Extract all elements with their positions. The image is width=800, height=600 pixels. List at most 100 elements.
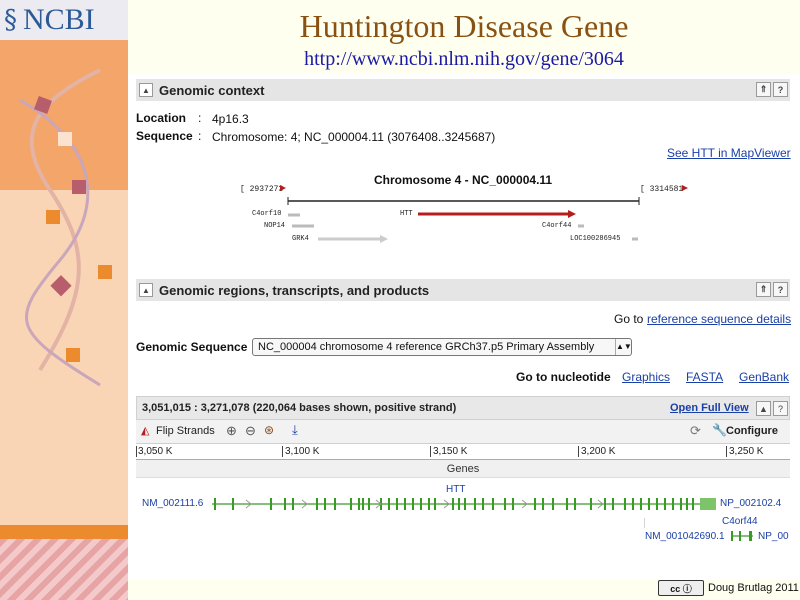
helix-square: [46, 210, 60, 224]
graphics-link[interactable]: Graphics: [622, 370, 670, 384]
ruler-tick-4: 3,200 K: [578, 446, 615, 457]
htt-exon: [316, 498, 318, 510]
viewer-toolbar: ◭ Flip Strands ⊕ ⊖ ⊛ ⤓ ⟳ 🔧 Configure: [136, 420, 790, 444]
htt-transcript-track[interactable]: [212, 494, 718, 514]
zoom-in-icon[interactable]: ⊕: [226, 423, 237, 439]
htt-exon: [612, 498, 614, 510]
htt-exon: [512, 498, 514, 510]
htt-exon: [672, 498, 674, 510]
htt-exon: [656, 498, 658, 510]
flip-strands-button[interactable]: Flip Strands: [156, 425, 215, 437]
htt-exon: [350, 498, 352, 510]
genomic-sequence-select[interactable]: NC_000004 chromosome 4 reference GRCh37.…: [252, 338, 632, 356]
viewer-range: 3,051,015 : 3,271,078 (220,064 bases sho…: [142, 402, 457, 414]
zoom-out-icon[interactable]: ⊖: [245, 423, 256, 439]
move-up-icon[interactable]: ⇑: [756, 282, 771, 297]
zoom-to-sequence-icon[interactable]: ⊛: [264, 423, 274, 437]
c4orf44-transcript-label[interactable]: NM_001042690.1: [645, 531, 725, 542]
genomic-context-heading: Genomic context: [159, 82, 265, 98]
sequence-colon: :: [198, 129, 202, 143]
htt-exon: [214, 498, 216, 510]
gene-url[interactable]: http://www.ncbi.nlm.nih.gov/gene/3064: [128, 48, 800, 71]
c4orf44-track-label[interactable]: C4orf44: [722, 516, 758, 527]
htt-exon: [270, 498, 272, 510]
map-left-coord: [ 2937273: [240, 185, 283, 194]
htt-exon: [388, 498, 390, 510]
left-transcript-label[interactable]: NM_002111.6: [142, 498, 203, 509]
htt-exon: [412, 498, 414, 510]
gene-loc-label: LOC100286945: [570, 235, 620, 243]
htt-exon: [492, 498, 494, 510]
fasta-link[interactable]: FASTA: [686, 370, 723, 384]
htt-exon: [292, 498, 294, 510]
htt-exon: [368, 498, 370, 510]
gene-grk4-label: GRK4: [292, 235, 309, 243]
helix-square: [72, 180, 86, 194]
right-protein-label[interactable]: NP_002102.4: [720, 498, 781, 509]
help-icon[interactable]: ?: [773, 82, 788, 97]
author-credit: Doug Brutlag 2011: [708, 582, 799, 594]
htt-exon: [664, 498, 666, 510]
chromosome-texture: [0, 539, 128, 600]
htt-exon: [474, 498, 476, 510]
genomic-sequence-label: Genomic Sequence: [136, 340, 248, 354]
genomic-regions-heading: Genomic regions, transcripts, and produc…: [159, 282, 430, 298]
gene-nop14-label: NOP14: [264, 222, 285, 230]
ruler-tick-1: 3,050 K: [136, 446, 173, 457]
location-label: Location: [136, 111, 186, 125]
c4orf44-transcript-track[interactable]: [731, 528, 755, 544]
sequence-label: Sequence: [136, 129, 193, 143]
location-value: 4p16.3: [212, 112, 249, 126]
htt-exon: [452, 498, 454, 510]
open-full-view-link[interactable]: Open Full View: [670, 402, 749, 414]
help-icon[interactable]: ?: [773, 282, 788, 297]
gene-c4orf44-label: C4orf44: [542, 222, 571, 230]
collapse-toggle-icon[interactable]: ▲: [139, 83, 153, 97]
collapse-toggle-icon[interactable]: ▲: [139, 283, 153, 297]
htt-exon: [358, 498, 360, 510]
orange-strip: [0, 525, 128, 539]
ncbi-logo-text: NCBI: [23, 3, 95, 36]
genbank-link[interactable]: GenBank: [739, 370, 789, 384]
ruler-tick-2: 3,100 K: [282, 446, 319, 457]
reference-details-link[interactable]: reference sequence details: [647, 312, 791, 326]
htt-exon: [590, 498, 592, 510]
htt-exon: [604, 498, 606, 510]
c4orf44-bracket: [644, 518, 645, 528]
htt-exon: [534, 498, 536, 510]
configure-wrench-icon[interactable]: 🔧: [712, 423, 727, 437]
collapse-viewer-icon[interactable]: ▲: [756, 401, 771, 416]
htt-exon: [428, 498, 430, 510]
genomic-sequence-value: NC_000004 chromosome 4 reference GRCh37.…: [258, 341, 595, 353]
flip-strands-icon[interactable]: ◭: [141, 424, 149, 437]
htt-exon: [482, 498, 484, 510]
download-icon[interactable]: ⤓: [292, 422, 298, 438]
ncbi-logo: § NCBI: [0, 0, 128, 40]
ruler-tick-5: 3,250 K: [726, 446, 763, 457]
htt-exon: [648, 498, 650, 510]
move-up-icon[interactable]: ⇑: [756, 82, 771, 97]
sequence-value: Chromosome: 4; NC_000004.11 (3076408..32…: [212, 130, 496, 144]
genomic-regions-bar: ▲ Genomic regions, transcripts, and prod…: [136, 279, 790, 301]
mapviewer-link[interactable]: See HTT in MapViewer: [667, 146, 791, 160]
viewer-help-icon[interactable]: ?: [773, 401, 788, 416]
htt-exon: [284, 498, 286, 510]
ncbi-gene-panel: ▲ Genomic context ⇑ ? Location : 4p16.3 …: [128, 74, 800, 580]
htt-exon: [362, 498, 364, 510]
htt-exon: [692, 498, 694, 510]
viewer-header: 3,051,015 : 3,271,078 (220,064 bases sho…: [136, 396, 790, 420]
htt-exon: [624, 498, 626, 510]
htt-exon: [464, 498, 466, 510]
htt-utr-block: [700, 498, 716, 510]
helix-square: [50, 275, 72, 297]
go-to-nucleotide-label: Go to nucleotide: [516, 370, 611, 384]
htt-exon: [680, 498, 682, 510]
genes-track-header: Genes: [136, 460, 790, 478]
goto-prefix: Go to: [614, 312, 644, 326]
page-title: Huntington Disease Gene: [299, 8, 629, 44]
htt-exon: [396, 498, 398, 510]
configure-button[interactable]: Configure: [726, 425, 778, 437]
refresh-icon[interactable]: ⟳: [690, 423, 701, 439]
gene-grk4-arrowhead: [380, 235, 388, 243]
c4orf44-protein-label[interactable]: NP_00: [758, 531, 789, 542]
